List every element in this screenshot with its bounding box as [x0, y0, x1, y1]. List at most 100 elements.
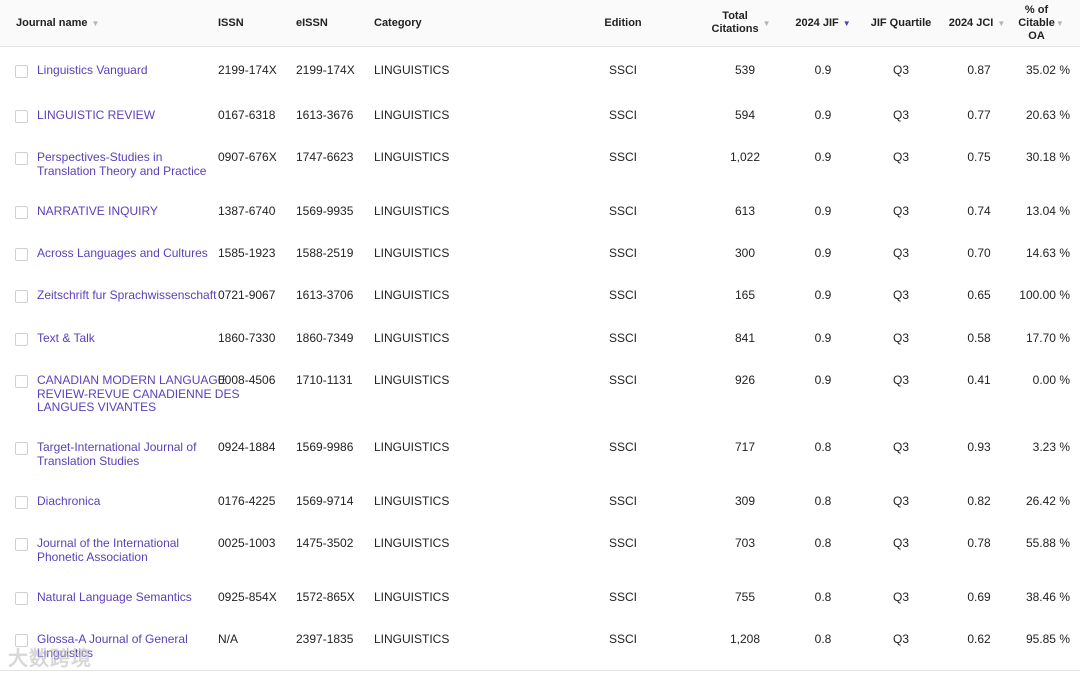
journal-name-link[interactable]: Diachronica	[37, 494, 217, 509]
row-checkbox[interactable]	[15, 634, 28, 647]
journal-name-link[interactable]: Perspectives-Studies in Translation Theor…	[37, 150, 217, 178]
eissn-cell: 1613-3676	[296, 108, 354, 122]
journal-name-line: Journal of the International	[37, 536, 180, 550]
col-total-citations[interactable]: Total Citations ▼	[700, 0, 782, 46]
jci-cell: 0.87	[967, 63, 991, 77]
jif-cell: 0.9	[814, 204, 832, 218]
table-row: Natural Language Semantics 0925-854X 1572-…	[0, 574, 1080, 617]
journal-name-line: Translation Studies	[37, 453, 140, 468]
jif-cell: 0.9	[814, 373, 832, 387]
row-checkbox[interactable]	[15, 442, 28, 455]
sort-icon[interactable]: ▼	[92, 17, 100, 30]
journal-name-link[interactable]: CANADIAN MODERN LANGUAGE REVIEW-REVUE CAN…	[37, 373, 239, 415]
col-total-citations-label: Total Citations	[711, 10, 759, 35]
journal-name-line: CANADIAN MODERN LANGUAGE	[37, 373, 226, 387]
sort-icon[interactable]: ▼	[763, 17, 771, 30]
jci-cell: 0.78	[967, 536, 991, 550]
edition-cell: SSCI	[608, 494, 637, 508]
journal-name-link[interactable]: Text & Talk	[37, 331, 217, 346]
issn-cell: 0025-1003	[218, 536, 276, 550]
journal-name-line: Linguistics	[37, 645, 94, 660]
citable-oa-cell: 30.18 %	[1025, 150, 1070, 164]
eissn-cell: 1569-9986	[296, 440, 354, 454]
journal-name-link[interactable]: NARRATIVE INQUIRY	[37, 204, 217, 219]
eissn-cell: 2397-1835	[296, 632, 354, 646]
journal-name-link[interactable]: Target-International Journal of Translati…	[37, 440, 217, 468]
category-cell: LINGUISTICS	[374, 204, 450, 218]
jif-quartile-cell: Q3	[892, 204, 909, 218]
row-checkbox[interactable]	[15, 333, 28, 346]
journal-name-link[interactable]: Glossa-A Journal of General Linguistics	[37, 632, 217, 660]
total-citations-cell: 539	[734, 63, 756, 77]
total-citations-cell: 703	[734, 536, 756, 550]
row-checkbox[interactable]	[15, 496, 28, 509]
journal-name-line: Translation Theory and Practice	[37, 163, 207, 178]
total-citations-cell: 165	[734, 288, 756, 302]
table-row: CANADIAN MODERN LANGUAGE REVIEW-REVUE CAN…	[0, 357, 1080, 425]
sort-active-icon[interactable]: ▼	[843, 17, 851, 30]
row-checkbox[interactable]	[15, 206, 28, 219]
category-cell: LINGUISTICS	[374, 494, 450, 508]
issn-cell: 1860-7330	[218, 331, 276, 345]
journal-name-link[interactable]: Natural Language Semantics	[37, 590, 217, 605]
jci-cell: 0.62	[967, 632, 991, 646]
sort-icon[interactable]: ▼	[997, 17, 1005, 30]
jif-cell: 0.8	[814, 494, 832, 508]
category-cell: LINGUISTICS	[374, 373, 450, 387]
row-checkbox[interactable]	[15, 248, 28, 261]
total-citations-cell: 1,208	[729, 632, 761, 646]
category-cell: LINGUISTICS	[374, 440, 450, 454]
journal-name-link[interactable]: Linguistics Vanguard	[37, 63, 217, 78]
table-row: Across Languages and Cultures 1585-1923 15…	[0, 230, 1080, 273]
category-cell: LINGUISTICS	[374, 590, 450, 604]
jif-cell: 0.9	[814, 288, 832, 302]
jif-cell: 0.8	[814, 632, 832, 646]
row-checkbox[interactable]	[15, 592, 28, 605]
journal-name-line: Natural Language Semantics	[37, 590, 192, 604]
journal-name-line: Zeitschrift fur Sprachwissenschaft	[37, 288, 217, 302]
journal-name-line: Linguistics Vanguard	[37, 63, 148, 77]
issn-cell: 0924-1884	[218, 440, 276, 454]
category-cell: LINGUISTICS	[374, 108, 450, 122]
total-citations-cell: 717	[734, 440, 756, 454]
journal-name-line: NARRATIVE INQUIRY	[37, 204, 158, 218]
issn-cell: 0176-4225	[218, 494, 276, 508]
journal-name-link[interactable]: Zeitschrift fur Sprachwissenschaft	[37, 288, 217, 303]
journal-name-line: Glossa-A Journal of General	[37, 632, 188, 646]
row-checkbox[interactable]	[15, 538, 28, 551]
eissn-cell: 1475-3502	[296, 536, 354, 550]
journal-name-link[interactable]: Across Languages and Cultures	[37, 246, 217, 261]
table-header: Journal name ▼ ISSN eISSN Category Editi…	[0, 0, 1080, 47]
jif-quartile-cell: Q3	[892, 590, 909, 604]
row-checkbox[interactable]	[15, 375, 28, 388]
jci-cell: 0.74	[967, 204, 991, 218]
jif-quartile-cell: Q3	[892, 373, 909, 387]
table-row: Zeitschrift fur Sprachwissenschaft 0721-9…	[0, 272, 1080, 316]
col-2024-jif-label: 2024 JIF	[795, 16, 839, 29]
journal-name-link[interactable]: Journal of the International Phonetic Ass…	[37, 536, 217, 564]
row-checkbox[interactable]	[15, 65, 28, 78]
total-citations-cell: 594	[734, 108, 756, 122]
col-eissn: eISSN	[296, 0, 366, 46]
sort-icon[interactable]: ▼	[1056, 17, 1064, 30]
row-checkbox[interactable]	[15, 110, 28, 123]
jci-cell: 0.69	[967, 590, 991, 604]
issn-cell: N/A	[218, 632, 239, 646]
issn-cell: 1387-6740	[218, 204, 276, 218]
total-citations-cell: 841	[734, 331, 756, 345]
jci-cell: 0.70	[967, 246, 991, 260]
col-2024-jif[interactable]: 2024 JIF ▼	[788, 0, 858, 46]
col-journal-name[interactable]: Journal name ▼	[16, 0, 206, 46]
journal-name-link[interactable]: LINGUISTIC REVIEW	[37, 108, 217, 123]
journal-name-line: Perspectives-Studies in	[37, 150, 163, 164]
table-row: Glossa-A Journal of General Linguistics N/…	[0, 616, 1080, 671]
edition-cell: SSCI	[608, 204, 637, 218]
row-checkbox[interactable]	[15, 152, 28, 165]
jci-cell: 0.77	[967, 108, 991, 122]
col-2024-jci[interactable]: 2024 JCI ▼	[944, 0, 1010, 46]
row-checkbox[interactable]	[15, 290, 28, 303]
eissn-cell: 1613-3706	[296, 288, 354, 302]
col-citable-oa[interactable]: % of Citable OA ▼	[1012, 0, 1070, 46]
eissn-cell: 1747-6623	[296, 150, 354, 164]
citable-oa-cell: 55.88 %	[1025, 536, 1070, 550]
